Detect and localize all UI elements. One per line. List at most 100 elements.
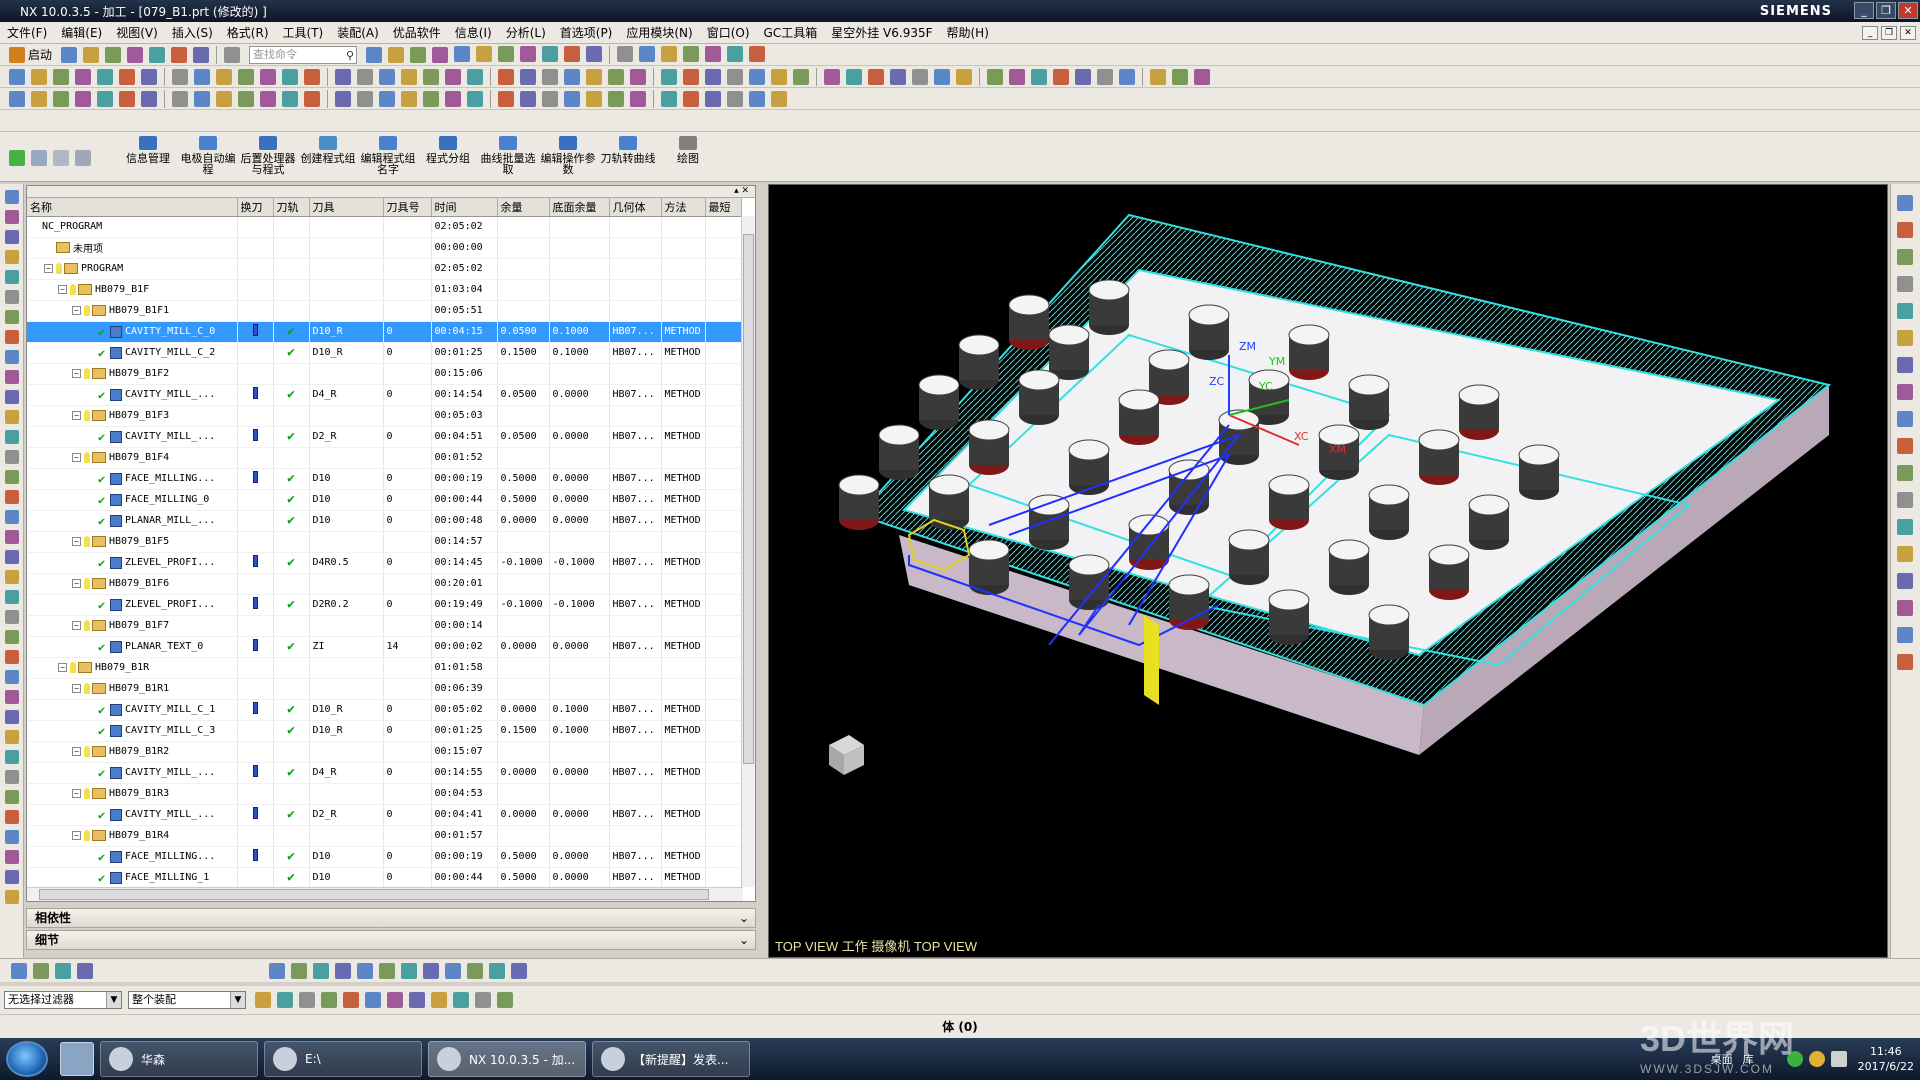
scope-filter-dropdown[interactable]: 整个装配 ▼ [128, 991, 246, 1009]
resource-tab-icon-5[interactable] [5, 290, 19, 304]
hscroll-thumb[interactable] [39, 889, 709, 900]
right-tab-icon-1[interactable] [1897, 222, 1913, 238]
standard-b-icon-1[interactable] [476, 45, 493, 62]
standard-b-icon-4[interactable] [542, 45, 559, 62]
view-icon-22[interactable] [520, 90, 536, 107]
expand-toggle[interactable]: − [58, 663, 67, 672]
cam-icon-10[interactable] [238, 68, 254, 85]
menu-item-15[interactable]: 帮助(H) [940, 24, 996, 41]
view-icon-32[interactable] [749, 90, 765, 107]
standard-b-icon-11[interactable] [705, 45, 722, 62]
resource-tab-icon-11[interactable] [5, 410, 19, 424]
standard-icon-9[interactable] [388, 46, 405, 63]
custom-button-8[interactable]: 刀轨转曲线 [598, 132, 658, 180]
column-header-9[interactable]: 方法 [661, 198, 706, 217]
cam-icon-17[interactable] [401, 68, 417, 85]
standard-b-icon-5[interactable] [564, 45, 581, 62]
standard-icon-8[interactable] [366, 46, 383, 63]
expand-toggle[interactable]: − [72, 789, 81, 798]
right-tab-icon-7[interactable] [1897, 384, 1913, 400]
standard-icon-4[interactable] [149, 46, 166, 63]
cam-icon-7[interactable] [172, 68, 188, 85]
view-icon-1[interactable] [31, 90, 47, 107]
view-icon-24[interactable] [564, 90, 580, 107]
column-header-10[interactable]: 最短 [705, 198, 742, 217]
resource-tab-icon-3[interactable] [5, 250, 19, 264]
view-icon-28[interactable] [661, 90, 677, 107]
cam-icon-8[interactable] [194, 68, 210, 85]
resource-tab-icon-29[interactable] [5, 770, 19, 784]
standard-b-icon-0[interactable] [454, 45, 471, 62]
custom-button-0[interactable]: 信息管理 [118, 132, 178, 180]
cam-icon-49[interactable] [1150, 68, 1166, 85]
doc-restore-button[interactable]: ❐ [1881, 25, 1897, 40]
resource-tab-icon-24[interactable] [5, 670, 19, 684]
table-row[interactable]: ✔ FACE_MILLING... ✔ D10 0 00:00:19 0.5000 0.000… [27, 846, 742, 868]
cam-icon-16[interactable] [379, 68, 395, 85]
table-row[interactable]: − HB079_B1R3 00:04:53 [27, 783, 742, 805]
table-row[interactable]: − HB079_B1R2 00:15:07 [27, 741, 742, 763]
resource-tab-icon-27[interactable] [5, 730, 19, 744]
navigator-pin-icon[interactable]: ▴ ✕ [734, 186, 749, 196]
table-row[interactable]: − HB079_B1F2 00:15:06 [27, 363, 742, 385]
resource-tab-icon-15[interactable] [5, 490, 19, 504]
standard-b-icon-2[interactable] [498, 45, 515, 62]
standard-icon-11[interactable] [432, 46, 449, 63]
table-row[interactable]: − HB079_B1F7 00:00:14 [27, 615, 742, 637]
view-icon-31[interactable] [727, 90, 743, 107]
cam-icon-27[interactable] [630, 68, 646, 85]
expand-toggle[interactable]: − [72, 684, 81, 693]
resource-tab-icon-28[interactable] [5, 750, 19, 764]
standard-b-icon-10[interactable] [683, 45, 700, 62]
cam-icon-31[interactable] [727, 68, 743, 85]
view-icon-23[interactable] [542, 90, 558, 107]
custom-button-1[interactable]: 电极自动编程 [178, 132, 238, 180]
cam-icon-43[interactable] [1009, 68, 1025, 85]
column-header-3[interactable]: 刀具 [309, 198, 384, 217]
selection-icon-2[interactable] [55, 962, 71, 979]
resource-tab-icon-19[interactable] [5, 570, 19, 584]
resource-tab-icon-35[interactable] [5, 890, 19, 904]
view-icon-9[interactable] [216, 90, 232, 107]
custom-button-9[interactable]: 绘图 [658, 132, 718, 180]
standard-b-icon-8[interactable] [639, 45, 656, 62]
right-tab-icon-9[interactable] [1897, 438, 1913, 454]
expand-toggle[interactable]: − [72, 831, 81, 840]
cam-icon-51[interactable] [1194, 68, 1210, 85]
maximize-button[interactable]: ❐ [1876, 2, 1896, 19]
view-icon-21[interactable] [498, 90, 514, 107]
cam-icon-36[interactable] [846, 68, 862, 85]
doc-close-button[interactable]: ✕ [1900, 25, 1916, 40]
cam-icon-35[interactable] [824, 68, 840, 85]
cam-icon-28[interactable] [661, 68, 677, 85]
selection-icon-7[interactable] [335, 962, 351, 979]
table-row[interactable]: ✔ ZLEVEL_PROFI... ✔ D4R0.5 0 00:14:45 -0.1000-… [27, 552, 742, 574]
view-icon-33[interactable] [771, 90, 787, 107]
standard-icon-7[interactable] [224, 46, 241, 63]
cam-icon-29[interactable] [683, 68, 699, 85]
standard-b-icon-6[interactable] [586, 45, 603, 62]
taskbar-task-1[interactable]: E:\ [264, 1041, 422, 1077]
column-header-7[interactable]: 底面余量 [549, 198, 610, 217]
navigator-horizontal-scrollbar[interactable] [27, 887, 743, 901]
resource-tab-icon-14[interactable] [5, 470, 19, 484]
standard-b-icon-12[interactable] [727, 45, 744, 62]
table-row[interactable]: ✔ FACE_MILLING_1 ✔ D10 0 00:00:44 0.5000 0.0000… [27, 867, 742, 889]
cam-icon-2[interactable] [53, 68, 69, 85]
table-row[interactable]: − HB079_B1F6 00:20:01 [27, 573, 742, 595]
view-icon-6[interactable] [141, 90, 157, 107]
custom-button-5[interactable]: 程式分组 [418, 132, 478, 180]
expand-toggle[interactable]: − [72, 453, 81, 462]
resource-tab-icon-25[interactable] [5, 690, 19, 704]
cam-icon-44[interactable] [1031, 68, 1047, 85]
resource-tab-icon-10[interactable] [5, 390, 19, 404]
resource-tab-icon-31[interactable] [5, 810, 19, 824]
view-icon-3[interactable] [75, 90, 91, 107]
expand-toggle[interactable]: − [72, 621, 81, 630]
taskbar-task-2[interactable]: NX 10.0.3.5 - 加... [428, 1041, 586, 1077]
filter-icon[interactable] [75, 150, 91, 166]
column-header-4[interactable]: 刀具号 [383, 198, 432, 217]
menu-item-8[interactable]: 信息(I) [448, 24, 499, 41]
resource-tab-icon-23[interactable] [5, 650, 19, 664]
graphics-viewport[interactable]: ZM YM ZC YC XC XM TOP VIEW 工作 摄像机 TOP VI… [768, 184, 1888, 958]
